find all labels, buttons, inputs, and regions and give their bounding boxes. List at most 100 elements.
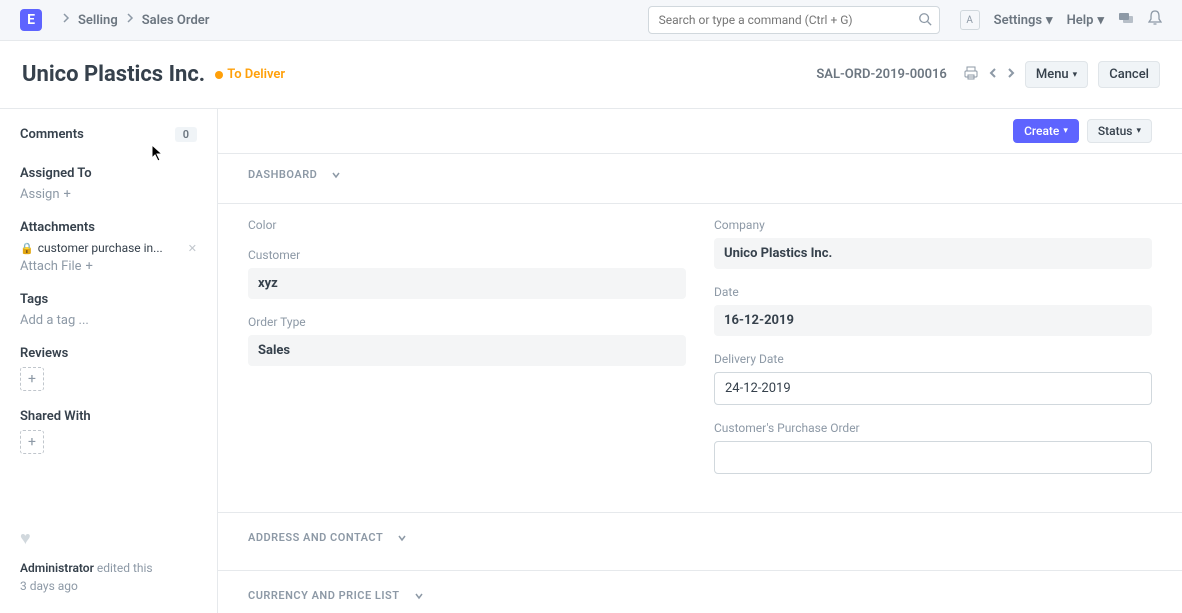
help-label: Help [1067,13,1094,28]
reviews-section: Reviews + [20,346,197,391]
bell-icon[interactable] [1148,10,1162,30]
date-field: Date 16-12-2019 [714,285,1152,336]
print-icon[interactable] [963,66,979,84]
po-input[interactable] [714,441,1152,474]
edited-time: 3 days ago [20,579,78,593]
dashboard-section-head[interactable]: DASHBOARD [248,168,1152,181]
delivery-date-field: Delivery Date [714,352,1152,405]
comments-section: Comments 0 [20,127,197,148]
address-label: ADDRESS AND CONTACT [248,531,383,544]
search-wrap [648,6,940,34]
customer-label: Customer [248,248,686,262]
sidebar: Comments 0 Assigned To Assign + Attachme… [0,109,218,613]
editor-name: Administrator [20,561,94,575]
chevron-right-icon [126,12,134,28]
assigned-heading: Assigned To [20,166,197,181]
breadcrumb-sales-order[interactable]: Sales Order [142,13,210,28]
dashboard-label: DASHBOARD [248,168,317,181]
nav-right: A Settings ▾ Help ▾ [960,10,1162,30]
tags-heading: Tags [20,292,197,307]
comments-heading[interactable]: Comments 0 [20,127,197,142]
caret-down-icon: ▾ [1097,13,1104,28]
chat-icon[interactable] [1118,10,1134,30]
reviews-heading: Reviews [20,346,197,361]
help-link[interactable]: Help ▾ [1067,13,1104,28]
company-label: Company [714,218,1152,232]
dashboard-section: DASHBOARD [218,154,1182,204]
main-content: Create ▾ Status ▾ DASHBOARD Color [218,109,1182,613]
date-value[interactable]: 16-12-2019 [714,305,1152,336]
color-label: Color [248,218,686,232]
caret-down-icon: ▾ [1046,13,1053,28]
app-logo[interactable]: E [20,9,42,31]
po-label: Customer's Purchase Order [714,421,1152,435]
status-button[interactable]: Status ▾ [1087,119,1152,143]
caret-down-icon: ▾ [1063,126,1068,136]
address-section-head[interactable]: ADDRESS AND CONTACT [248,527,1152,548]
comments-count: 0 [175,127,197,142]
order-type-label: Order Type [248,315,686,329]
create-button[interactable]: Create ▾ [1013,119,1079,143]
tags-section: Tags Add a tag ... [20,292,197,328]
breadcrumb: Selling Sales Order [54,12,209,28]
edited-text: edited this [94,561,153,575]
shared-section: Shared With + [20,409,197,454]
company-field: Company Unico Plastics Inc. [714,218,1152,269]
remove-attachment-icon[interactable]: ✕ [188,242,197,255]
company-value[interactable]: Unico Plastics Inc. [714,238,1152,269]
create-label: Create [1024,124,1059,138]
add-share-button[interactable]: + [20,430,44,454]
main-form-section: Color Customer xyz Order Type Sales Comp… [218,204,1182,513]
order-type-value[interactable]: Sales [248,335,686,366]
attachments-section: Attachments 🔒 customer purchase in... ✕ … [20,220,197,274]
currency-label: CURRENCY AND PRICE LIST [248,589,400,602]
add-review-button[interactable]: + [20,367,44,391]
order-id: SAL-ORD-2019-00016 [816,67,946,82]
heart-icon[interactable]: ♥ [20,528,197,549]
chevron-down-icon [397,533,407,543]
plus-icon: + [86,259,93,274]
form-toolbar: Create ▾ Status ▾ [218,109,1182,154]
plus-icon: + [64,187,71,202]
color-field: Color [248,218,686,232]
order-type-field: Order Type Sales [248,315,686,366]
settings-link[interactable]: Settings ▾ [994,13,1053,28]
chevron-right-icon [62,12,70,28]
breadcrumb-selling[interactable]: Selling [78,13,118,28]
customer-field: Customer xyz [248,248,686,299]
settings-label: Settings [994,13,1042,28]
page-header: Unico Plastics Inc. To Deliver SAL-ORD-2… [0,41,1182,109]
status-label: Status [1098,124,1133,138]
cancel-button[interactable]: Cancel [1098,61,1160,88]
header-actions: SAL-ORD-2019-00016 Menu ▾ Cancel [816,61,1160,88]
layout: Comments 0 Assigned To Assign + Attachme… [0,109,1182,613]
menu-label: Menu [1036,67,1069,82]
sidebar-footer: ♥ Administrator edited this 3 days ago [20,518,197,595]
po-field: Customer's Purchase Order [714,421,1152,474]
assign-button[interactable]: Assign + [20,187,197,202]
next-icon[interactable] [1007,67,1015,83]
customer-value[interactable]: xyz [248,268,686,299]
search-input[interactable] [648,6,940,34]
date-label: Date [714,285,1152,299]
chevron-down-icon [331,170,341,180]
form-left-col: Color Customer xyz Order Type Sales [248,218,686,490]
edit-info: Administrator edited this 3 days ago [20,559,197,595]
search-icon [918,12,932,30]
add-tag-button[interactable]: Add a tag ... [20,313,197,328]
menu-button[interactable]: Menu ▾ [1025,61,1088,88]
currency-section: CURRENCY AND PRICE LIST [218,571,1182,613]
attachment-name: customer purchase in... [38,241,163,255]
form-right-col: Company Unico Plastics Inc. Date 16-12-2… [714,218,1152,490]
lock-icon: 🔒 [20,242,34,255]
attachment-item[interactable]: 🔒 customer purchase in... ✕ [20,241,197,255]
currency-section-head[interactable]: CURRENCY AND PRICE LIST [248,585,1152,606]
delivery-date-input[interactable] [714,372,1152,405]
caret-down-icon: ▾ [1136,126,1141,136]
user-badge[interactable]: A [960,10,980,30]
delivery-date-label: Delivery Date [714,352,1152,366]
attach-file-button[interactable]: Attach File + [20,259,197,274]
attachments-heading: Attachments [20,220,197,235]
prev-icon[interactable] [989,67,997,83]
page-title: Unico Plastics Inc. [22,62,205,87]
